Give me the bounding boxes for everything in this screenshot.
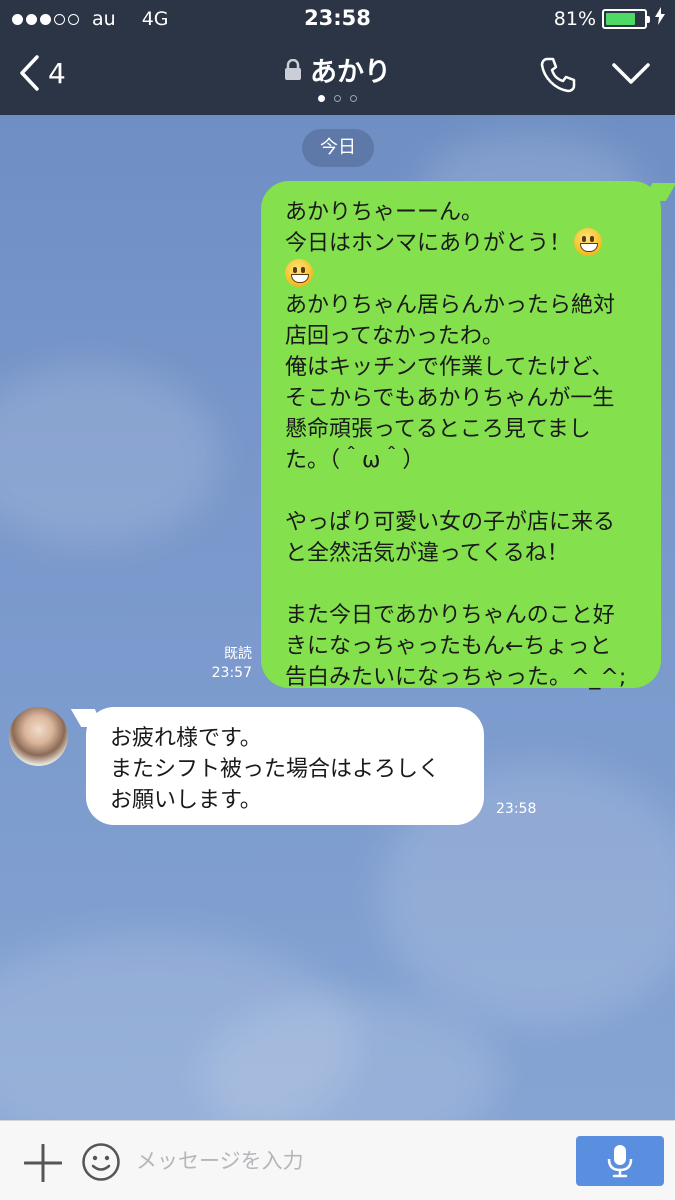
charging-bolt-icon	[655, 7, 665, 30]
battery-fill	[606, 12, 636, 25]
date-separator: 今日	[302, 129, 374, 167]
message-input-bar	[0, 1120, 675, 1200]
microphone-icon	[607, 1145, 633, 1178]
chat-title[interactable]: あかり	[284, 50, 391, 89]
plus-icon	[23, 1143, 63, 1183]
message-line: た。（＾ω＾）	[285, 448, 425, 473]
message-line: 告白みたいになっちゃった。^_^;	[285, 665, 627, 690]
grinning-face-emoji-icon	[574, 228, 603, 256]
message-line: 店回ってなかったわ。	[285, 324, 504, 349]
sticker-button[interactable]	[81, 1142, 121, 1186]
voice-message-button[interactable]	[576, 1136, 664, 1186]
message-line: またシフト被った場合はよろしく	[110, 757, 441, 782]
message-line: あかりちゃん居らんかったら絶対	[285, 293, 616, 318]
top-bar: au 4G 23:58 81% 4 あかり	[0, 0, 675, 115]
message-line: 懸命頑張ってるところ見てまし	[285, 417, 591, 442]
message-line: お願いします。	[110, 788, 262, 813]
sent-time: 23:57	[211, 665, 252, 681]
contact-avatar[interactable]	[9, 707, 68, 766]
contact-name: あかり	[310, 57, 391, 88]
message-line: そこからでもあかりちゃんが一生	[285, 386, 615, 411]
page-dot-active	[318, 95, 325, 102]
page-dot	[334, 95, 341, 102]
message-line: やっぱり可愛い女の子が店に来る	[285, 510, 616, 535]
attach-button[interactable]	[23, 1143, 63, 1186]
received-time: 23:58	[496, 801, 537, 817]
call-button[interactable]	[538, 55, 578, 99]
lock-icon	[284, 58, 302, 81]
chat-nav-bar: 4 あかり	[0, 40, 675, 115]
menu-toggle-button[interactable]	[612, 62, 650, 90]
message-text: 今日はホンマにありがとう！	[285, 231, 572, 256]
sky-cloud	[0, 365, 220, 545]
message-line: 俺はキッチンで作業してたけど、	[285, 355, 614, 380]
chevron-down-icon	[612, 63, 650, 84]
chat-area[interactable]: 今日 あかりちゃーーん。 今日はホンマにありがとう！ あかりちゃん居らんかったら…	[0, 115, 675, 1120]
message-line: きになっちゃったもん←ちょっと	[285, 634, 612, 659]
battery-status: 81%	[554, 7, 665, 30]
emoji-icon	[82, 1143, 120, 1181]
battery-icon	[602, 8, 650, 29]
sent-message-bubble[interactable]: あかりちゃーーん。 今日はホンマにありがとう！ あかりちゃん居らんかったら絶対 …	[261, 181, 661, 690]
message-line: 今日はホンマにありがとう！	[285, 228, 647, 259]
message-line: お疲れ様です。	[110, 726, 262, 751]
page-dot	[350, 95, 357, 102]
read-receipt: 既読	[224, 646, 252, 662]
message-line	[285, 259, 647, 290]
phone-icon	[540, 57, 576, 93]
battery-percent: 81%	[553, 7, 596, 30]
received-message-bubble[interactable]: お疲れ様です。 またシフト被った場合はよろしく お願いします。	[86, 707, 484, 825]
message-line: また今日であかりちゃんのこと好	[285, 603, 615, 628]
message-input[interactable]	[136, 1139, 556, 1183]
sent-message-meta: 既読 23:57	[208, 645, 252, 683]
message-line: と全然活気が違ってくるね！	[285, 541, 569, 566]
message-line: あかりちゃーーん。	[285, 200, 484, 225]
status-bar: au 4G 23:58 81%	[0, 0, 675, 38]
grinning-face-emoji-icon	[285, 259, 313, 287]
